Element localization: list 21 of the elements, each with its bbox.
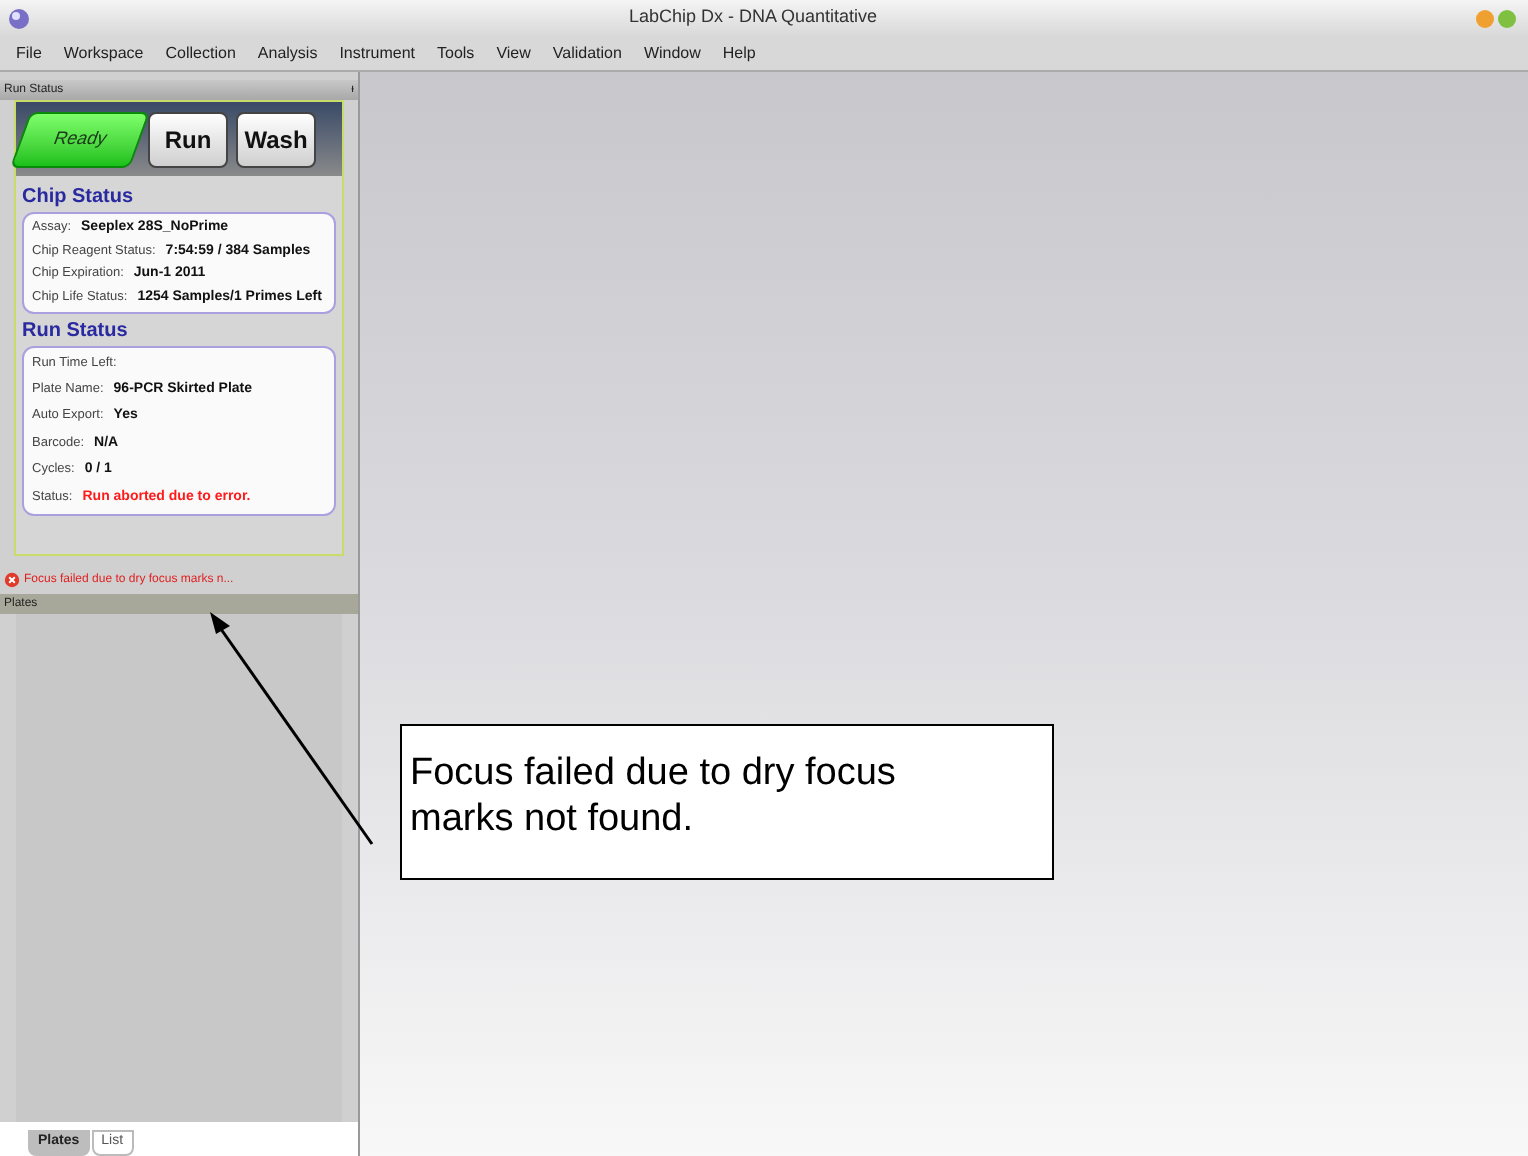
callout-box: Focus failed due to dry focus marks not found. xyxy=(400,724,1054,880)
mode-button[interactable]: Run xyxy=(148,111,228,167)
menu-item[interactable]: Instrument xyxy=(339,41,415,65)
menu-item[interactable]: Help xyxy=(722,41,756,65)
mode-button[interactable]: Wash xyxy=(236,111,316,167)
maximize-button[interactable] xyxy=(1498,9,1516,27)
section-heading: Run Status xyxy=(20,318,130,346)
error-icon xyxy=(4,572,20,588)
mode-button[interactable]: Ready xyxy=(9,111,151,167)
menu-item[interactable]: File xyxy=(16,41,42,65)
menu-item[interactable]: Validation xyxy=(552,41,622,65)
app-icon xyxy=(8,7,30,29)
menu-item[interactable]: Collection xyxy=(165,41,236,65)
minimize-button[interactable] xyxy=(1476,9,1494,27)
section-heading: Chip Status xyxy=(20,184,136,212)
window-title: LabChip Dx - DNA Quantitative xyxy=(626,4,880,31)
menu-item[interactable]: Analysis xyxy=(257,41,318,65)
menu-item[interactable]: Workspace xyxy=(63,41,144,65)
menu-item[interactable]: Window xyxy=(643,41,701,65)
menu-item[interactable]: View xyxy=(496,41,531,65)
menu-item[interactable]: Tools xyxy=(437,41,475,65)
